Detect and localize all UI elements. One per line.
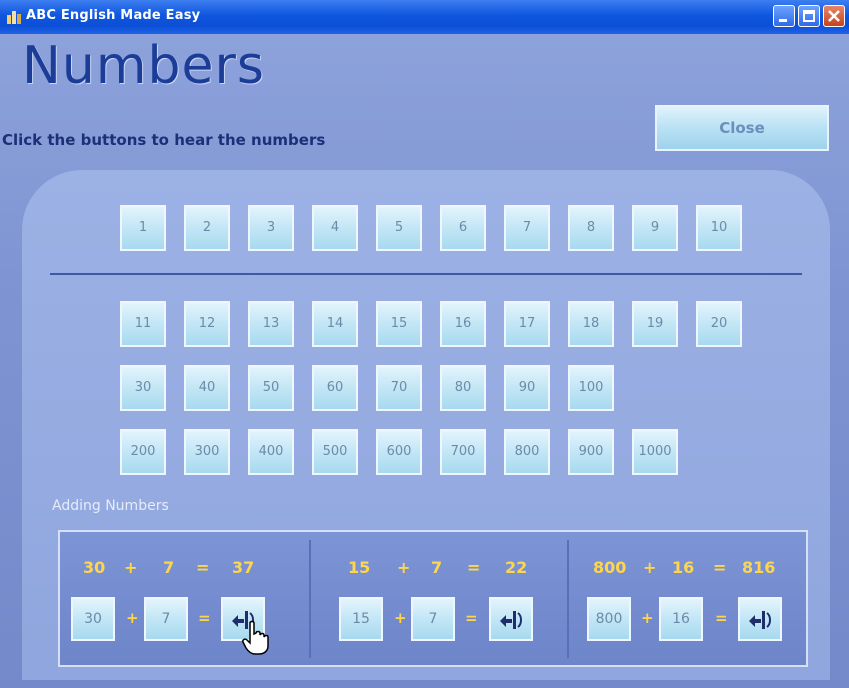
title-bar: ABC English Made Easy [0,0,849,34]
equation-eq: = [196,558,210,577]
number-button-10[interactable]: 10 [696,205,742,251]
number-button-700[interactable]: 700 [440,429,486,475]
number-button-500[interactable]: 500 [312,429,358,475]
number-button-600[interactable]: 600 [376,429,422,475]
plus-sign: + [394,609,407,627]
number-button-200[interactable]: 200 [120,429,166,475]
number-button-20[interactable]: 20 [696,301,742,347]
number-button-80[interactable]: 80 [440,365,486,411]
equation-eq: = [713,558,727,577]
number-button-900[interactable]: 900 [568,429,614,475]
addend-button[interactable]: 800 [587,597,631,641]
equation-op: + [397,558,411,577]
number-button-12[interactable]: 12 [184,301,230,347]
page-subtitle: Click the buttons to hear the numbers [2,131,326,149]
equation-op: + [643,558,657,577]
number-button-1000[interactable]: 1000 [632,429,678,475]
window-title: ABC English Made Easy [26,8,201,23]
equation-b: 7 [163,558,175,577]
equation-op: + [124,558,138,577]
example-separator [309,540,311,658]
number-button-60[interactable]: 60 [312,365,358,411]
number-button-400[interactable]: 400 [248,429,294,475]
number-button-800[interactable]: 800 [504,429,550,475]
equals-sign: = [715,609,728,627]
number-button-4[interactable]: 4 [312,205,358,251]
number-button-40[interactable]: 40 [184,365,230,411]
row-divider [50,273,802,275]
number-button-7[interactable]: 7 [504,205,550,251]
number-button-14[interactable]: 14 [312,301,358,347]
addend-button[interactable]: 7 [144,597,188,641]
number-button-11[interactable]: 11 [120,301,166,347]
number-button-50[interactable]: 50 [248,365,294,411]
minimize-icon [779,19,787,22]
addend-button[interactable]: 7 [411,597,455,641]
equation-b: 16 [672,558,695,577]
app-window: ABC English Made Easy Numbers Click the … [0,0,849,688]
plus-sign: + [641,609,654,627]
example-separator [567,540,569,658]
number-button-18[interactable]: 18 [568,301,614,347]
hear-answer-button[interactable] [738,597,782,641]
equals-sign: = [465,609,478,627]
close-button[interactable]: Close [655,105,829,151]
minimize-button[interactable] [773,5,795,27]
addend-button[interactable]: 16 [659,597,703,641]
equation-a: 30 [83,558,106,577]
maximize-button[interactable] [798,5,820,27]
close-icon [828,10,840,22]
equation-result: 37 [232,558,255,577]
equation-result: 22 [505,558,528,577]
equals-sign: = [198,609,211,627]
number-button-17[interactable]: 17 [504,301,550,347]
number-button-2[interactable]: 2 [184,205,230,251]
maximize-icon [803,10,815,22]
plus-sign: + [126,609,139,627]
hear-answer-button[interactable] [489,597,533,641]
app-icon [7,11,21,24]
number-button-300[interactable]: 300 [184,429,230,475]
number-button-5[interactable]: 5 [376,205,422,251]
equation-eq: = [467,558,481,577]
hand-pointer-icon [242,620,269,655]
equation-a: 15 [348,558,371,577]
number-button-13[interactable]: 13 [248,301,294,347]
hear-hand-icon [500,611,522,629]
addend-button[interactable]: 15 [339,597,383,641]
equation-result: 816 [742,558,776,577]
addend-button[interactable]: 30 [71,597,115,641]
number-button-15[interactable]: 15 [376,301,422,347]
equation-b: 7 [431,558,443,577]
number-button-100[interactable]: 100 [568,365,614,411]
number-button-1[interactable]: 1 [120,205,166,251]
window-close-button[interactable] [823,5,845,27]
number-button-9[interactable]: 9 [632,205,678,251]
number-button-3[interactable]: 3 [248,205,294,251]
number-button-16[interactable]: 16 [440,301,486,347]
page-title: Numbers [22,36,265,96]
hear-hand-icon [749,611,771,629]
number-button-90[interactable]: 90 [504,365,550,411]
adding-numbers-label: Adding Numbers [52,498,169,514]
number-button-19[interactable]: 19 [632,301,678,347]
number-button-8[interactable]: 8 [568,205,614,251]
number-button-30[interactable]: 30 [120,365,166,411]
number-button-70[interactable]: 70 [376,365,422,411]
equation-a: 800 [593,558,627,577]
number-button-6[interactable]: 6 [440,205,486,251]
